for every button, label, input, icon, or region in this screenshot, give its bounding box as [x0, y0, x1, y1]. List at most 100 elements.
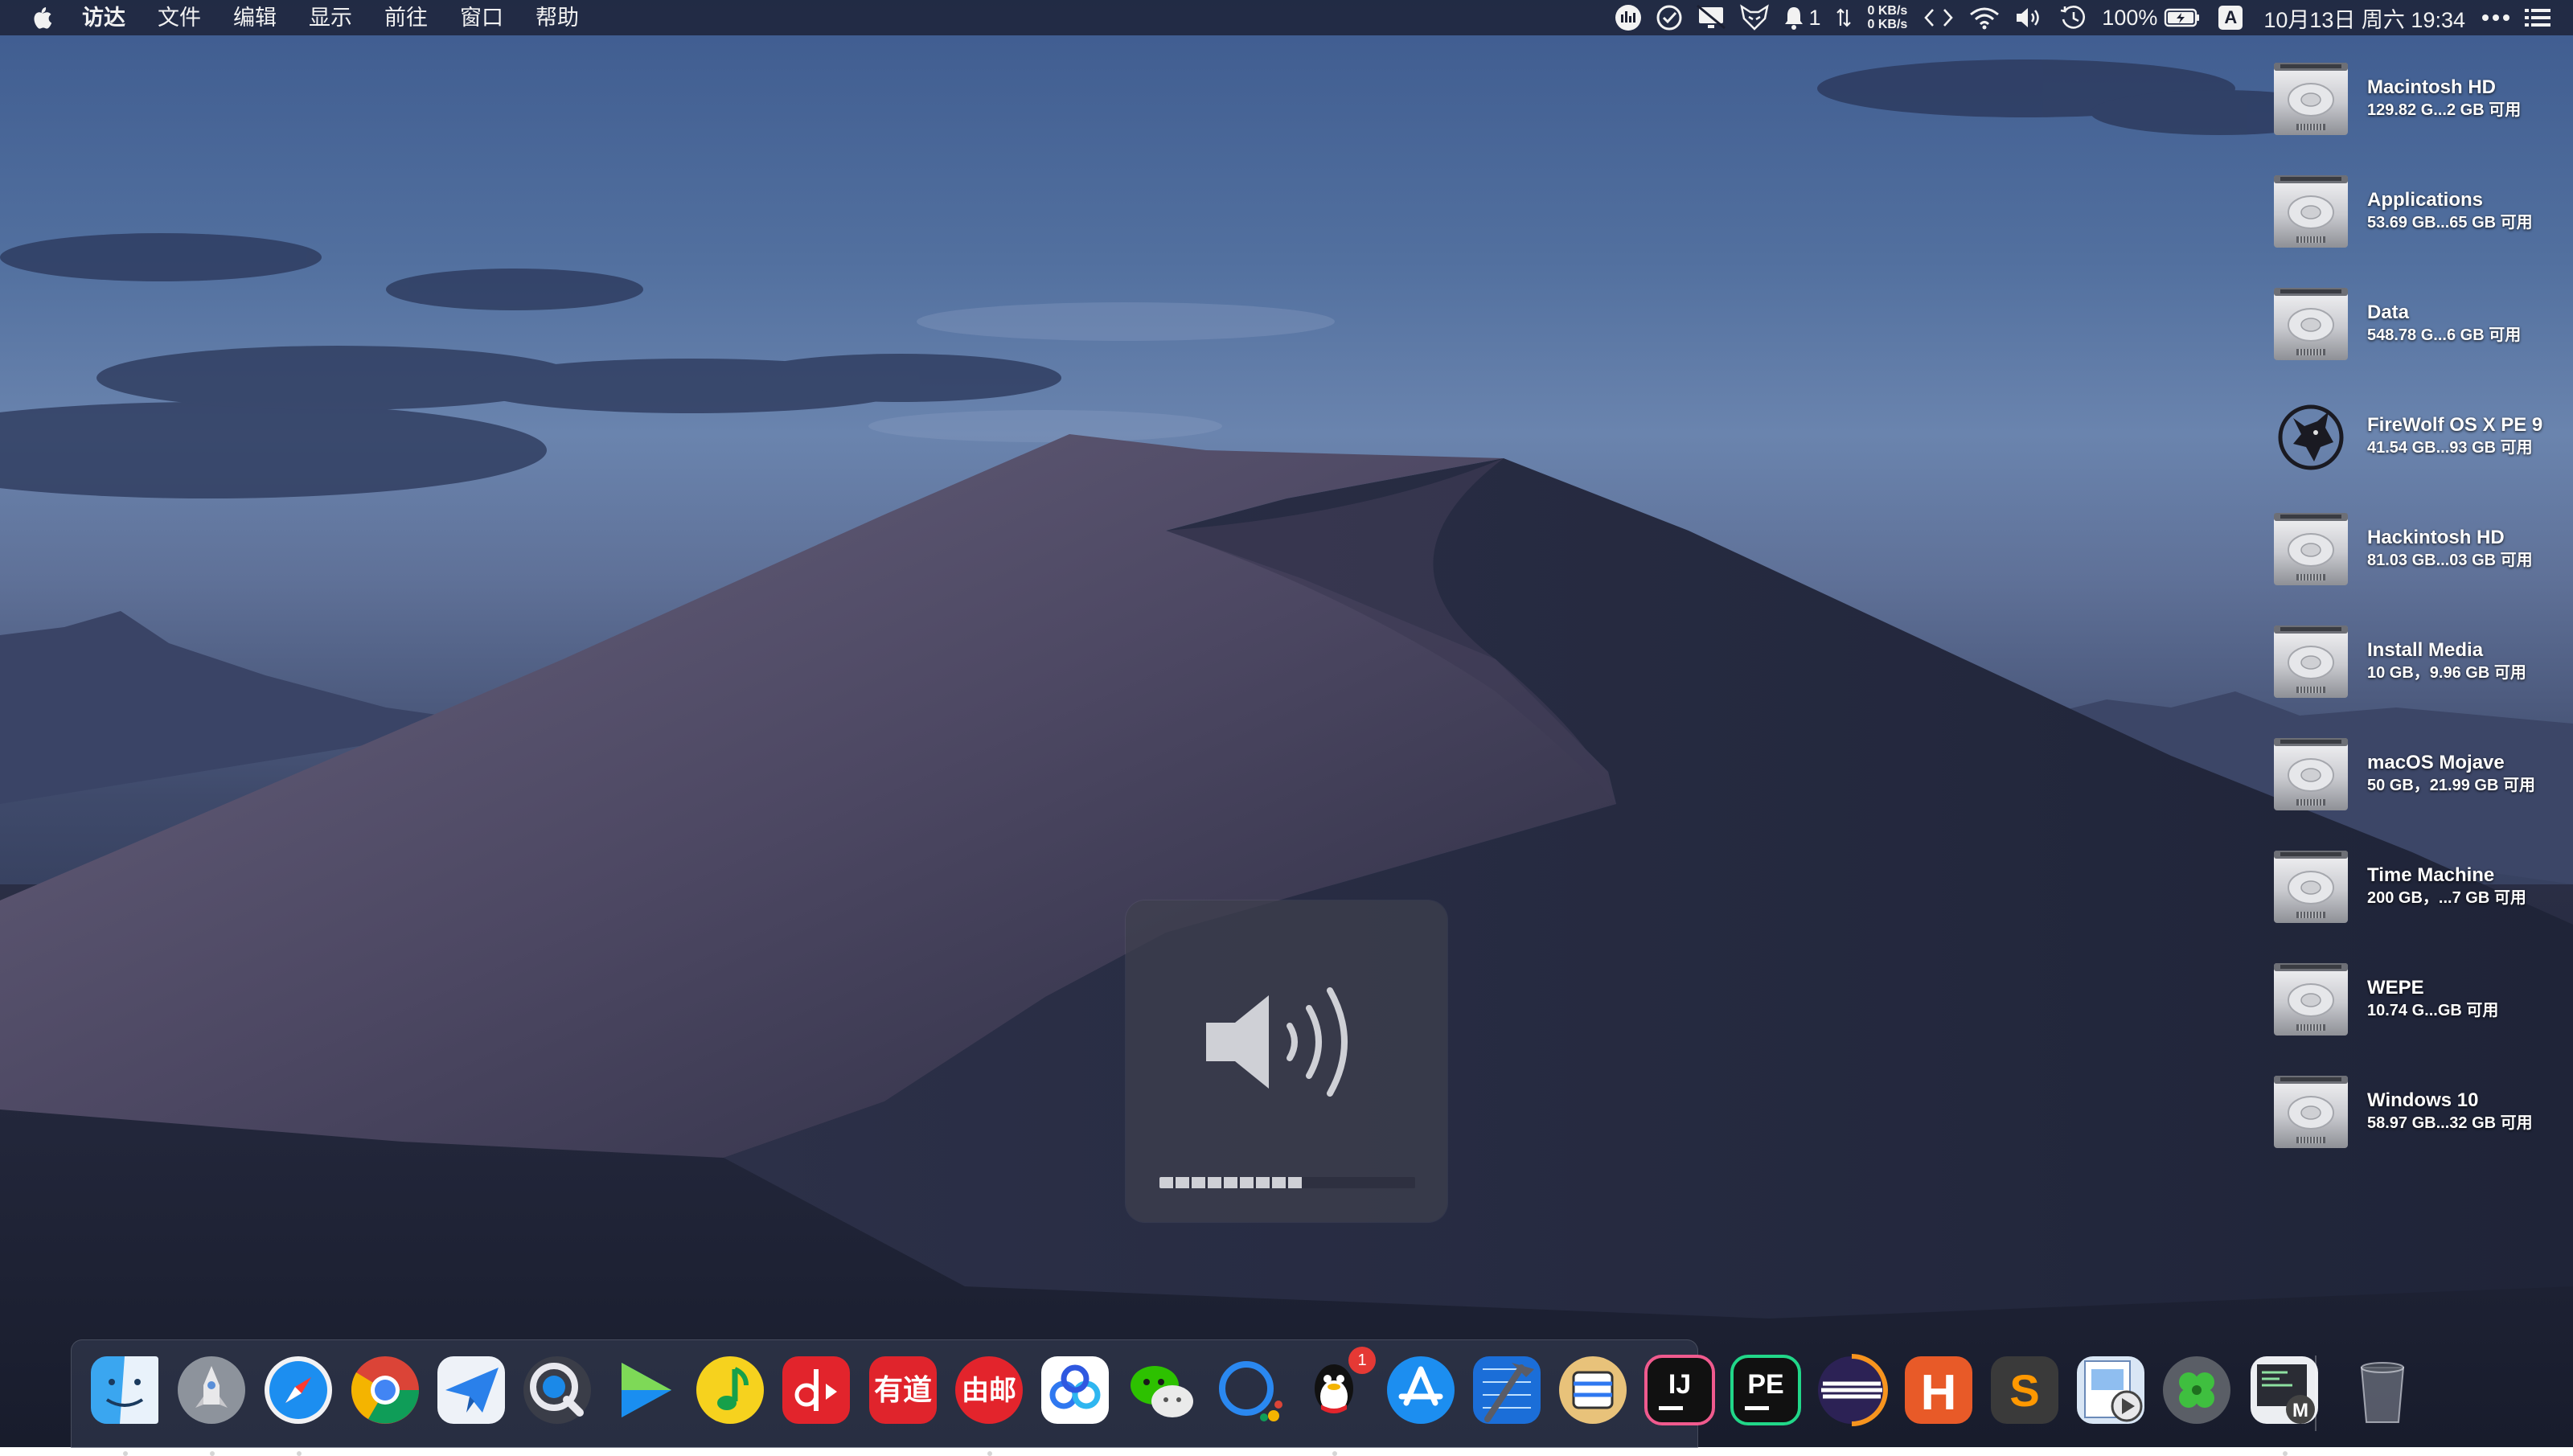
- drive-info: 200 GB，...7 GB 可用: [2367, 889, 2526, 907]
- menu-file[interactable]: 文件: [142, 0, 217, 35]
- dock-intellij-idea[interactable]: IJ: [1643, 1353, 1717, 1427]
- drive-name: Install Media: [2367, 639, 2484, 661]
- drive-info: 50 GB，21.99 GB 可用: [2367, 777, 2535, 794]
- svg-text:有道: 有道: [874, 1373, 932, 1406]
- drive-wepe[interactable]: WEPE 10.74 G...GB 可用: [2269, 952, 2573, 1064]
- desktop: [0, 0, 2573, 1447]
- dock-baidu-netdisk[interactable]: [1038, 1353, 1112, 1427]
- volume-segment: [1176, 1177, 1189, 1188]
- netease-mail-icon: 由邮: [955, 1356, 1023, 1424]
- drive-firewolf[interactable]: FireWolf OS X PE 9 41.54 GB...93 GB 可用: [2269, 389, 2573, 502]
- dock-eclipse[interactable]: [1815, 1353, 1889, 1427]
- svg-text:H: H: [1921, 1365, 1957, 1421]
- arrows-icon[interactable]: [1828, 0, 1860, 35]
- drive-name: FireWolf OS X PE 9: [2367, 414, 2543, 436]
- dock-airmail[interactable]: [434, 1353, 508, 1427]
- infuse-icon: [622, 1363, 671, 1417]
- menu-go[interactable]: 前往: [368, 0, 444, 35]
- dock-netease-music[interactable]: [779, 1353, 853, 1427]
- drive-name: Data: [2367, 301, 2410, 323]
- list-icon[interactable]: [2517, 0, 2559, 35]
- dock-hbuilder[interactable]: H: [1902, 1353, 1976, 1427]
- drive-data[interactable]: Data 548.78 G...6 GB 可用: [2269, 277, 2573, 389]
- drive-info: 53.69 GB...65 GB 可用: [2367, 214, 2533, 232]
- hard-drive-icon: [2269, 1069, 2353, 1153]
- volume-segment: [1192, 1177, 1205, 1188]
- volume-hud: [1126, 900, 1447, 1222]
- intellij-idea-icon: IJ: [1644, 1355, 1715, 1425]
- menu-help[interactable]: 帮助: [519, 0, 595, 35]
- fox-icon[interactable]: [1733, 0, 1776, 35]
- dock-preview[interactable]: [2074, 1353, 2148, 1427]
- dock-app-store[interactable]: [1384, 1353, 1458, 1427]
- drive-macos-mojave[interactable]: macOS Mojave 50 GB，21.99 GB 可用: [2269, 727, 2573, 839]
- menu-app-name[interactable]: 访达: [66, 0, 142, 35]
- dock-sequel-pro[interactable]: [1556, 1353, 1630, 1427]
- drive-name: WEPE: [2367, 977, 2424, 999]
- mojave-wallpaper: [0, 59, 2573, 1447]
- dock-safari[interactable]: [261, 1353, 335, 1456]
- istat-icon[interactable]: [1607, 0, 1649, 35]
- dock-quicktime[interactable]: [520, 1353, 594, 1427]
- drive-name: Applications: [2367, 189, 2484, 211]
- dock-dingtalk[interactable]: [1211, 1353, 1285, 1427]
- hard-drive-icon: [2269, 169, 2353, 252]
- dock-clover[interactable]: [2160, 1353, 2234, 1427]
- menu-window[interactable]: 窗口: [444, 0, 519, 35]
- dock-xcode[interactable]: [1470, 1353, 1544, 1427]
- volume-segment: [1224, 1177, 1237, 1188]
- dock-netease-mail[interactable]: 由邮: [952, 1353, 1026, 1456]
- battery-icon: [2165, 8, 2200, 27]
- dingtalk-icon: [1219, 1361, 1282, 1421]
- notification-count: 1: [1808, 5, 1821, 30]
- dock-finder[interactable]: [88, 1353, 162, 1456]
- hbuilder-icon: H: [1905, 1356, 1972, 1424]
- check-circle-icon[interactable]: [1649, 0, 1689, 35]
- wifi-icon[interactable]: [1962, 0, 2007, 35]
- drive-name: Hackintosh HD: [2367, 527, 2505, 548]
- apple-icon[interactable]: [18, 0, 66, 35]
- drive-applications[interactable]: Applications 53.69 GB...65 GB 可用: [2269, 164, 2573, 277]
- more-icon[interactable]: [2475, 0, 2517, 35]
- time-machine-icon[interactable]: [2052, 0, 2095, 35]
- drive-hackintosh-hd[interactable]: Hackintosh HD 81.03 GB...03 GB 可用: [2269, 502, 2573, 614]
- dock-wechat[interactable]: [1124, 1353, 1198, 1427]
- bell-icon[interactable]: 1: [1776, 0, 1827, 35]
- network-speed[interactable]: 0 KB/s 0 KB/s: [1860, 4, 1916, 31]
- finder-icon: [91, 1356, 158, 1424]
- dock-pycharm[interactable]: PE: [1729, 1353, 1803, 1427]
- dock-sublime-text[interactable]: S: [1988, 1353, 2062, 1427]
- dock-qq[interactable]: 1: [1297, 1347, 1376, 1456]
- chrome-icon: [351, 1356, 419, 1424]
- drive-name: Windows 10: [2367, 1089, 2479, 1111]
- code-brackets-icon[interactable]: [1915, 0, 1962, 35]
- menu-edit[interactable]: 编辑: [217, 0, 293, 35]
- dock-macdown[interactable]: M: [2247, 1353, 2321, 1456]
- battery-status[interactable]: 100%: [2095, 0, 2207, 35]
- drive-time-machine[interactable]: Time Machine 200 GB，...7 GB 可用: [2269, 839, 2573, 952]
- dock-chrome[interactable]: [348, 1353, 422, 1427]
- drive-install-media[interactable]: Install Media 10 GB，9.96 GB 可用: [2269, 614, 2573, 727]
- drive-macintosh-hd[interactable]: Macintosh HD 129.82 G...2 GB 可用: [2269, 51, 2573, 164]
- svg-text:PE: PE: [1747, 1369, 1783, 1400]
- speaker-volume-icon: [1206, 987, 1348, 1097]
- input-method[interactable]: A: [2207, 0, 2254, 35]
- dock-infuse[interactable]: [607, 1353, 681, 1427]
- dock-youdao[interactable]: 有道: [866, 1353, 940, 1427]
- macdown-icon: M: [2251, 1356, 2318, 1424]
- dock-trash[interactable]: [2345, 1353, 2419, 1427]
- menu-view[interactable]: 显示: [293, 0, 368, 35]
- quicktime-icon: [523, 1356, 591, 1424]
- sublime-text-icon: S: [1991, 1356, 2058, 1424]
- drive-info: 41.54 GB...93 GB 可用: [2367, 439, 2533, 457]
- drive-info: 548.78 G...6 GB 可用: [2367, 326, 2522, 344]
- clock[interactable]: 10月13日 周六 19:34: [2254, 0, 2475, 35]
- drive-info: 10.74 G...GB 可用: [2367, 1002, 2499, 1019]
- dock-qq-music[interactable]: [693, 1353, 767, 1427]
- clover-icon: [2163, 1356, 2230, 1424]
- drive-windows-10[interactable]: Windows 10 58.97 GB...32 GB 可用: [2269, 1064, 2573, 1177]
- volume-icon[interactable]: [2007, 0, 2052, 35]
- notification-badge: 1: [1348, 1347, 1376, 1374]
- dock-launchpad[interactable]: [174, 1353, 248, 1456]
- display-icon[interactable]: [1689, 0, 1733, 35]
